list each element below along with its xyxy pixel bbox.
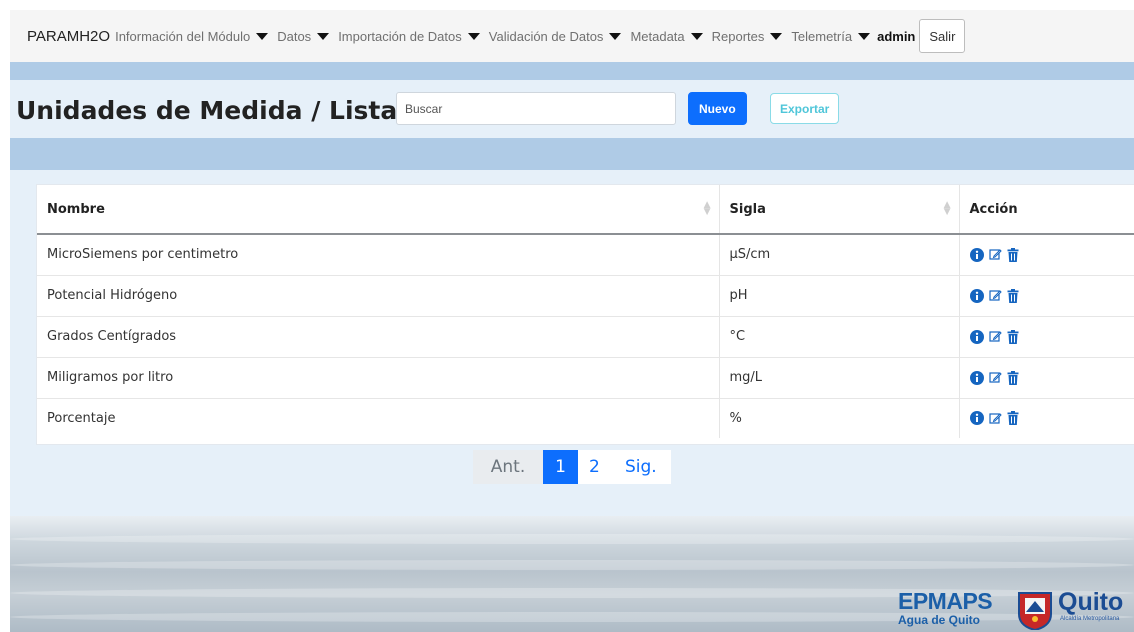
chevron-down-icon xyxy=(256,32,269,40)
trash-icon[interactable] xyxy=(1007,329,1019,344)
info-icon[interactable] xyxy=(969,411,984,426)
nav-telemetria[interactable]: Telemetría xyxy=(791,29,871,44)
chevron-down-icon xyxy=(467,32,480,40)
pagination-prev[interactable]: Ant. xyxy=(473,450,543,484)
table-row: Miligramos por litro mg/L xyxy=(37,357,1134,399)
trash-icon[interactable] xyxy=(1007,411,1019,426)
top-navbar: PARAMH2O Información del Módulo Datos Im… xyxy=(10,10,1134,62)
cell-sigla: mg/L xyxy=(719,357,960,399)
logo-subtitle: Agua de Quito xyxy=(898,613,980,627)
header-band xyxy=(10,62,1134,80)
cell-actions xyxy=(959,357,1134,399)
header-nombre[interactable]: Nombre ▲ ▼ xyxy=(37,185,720,235)
epmaps-logo: EPMAPS Agua de Quito Quito Alcaldía Metr… xyxy=(888,588,1134,632)
new-button[interactable]: Nuevo xyxy=(688,92,747,125)
table-header-row: Nombre ▲ ▼ Sigla ▲ ▼ Acción xyxy=(37,185,1134,235)
chevron-down-icon xyxy=(317,32,330,40)
table-row: Porcentaje % xyxy=(37,398,1134,438)
edit-icon[interactable] xyxy=(988,289,1002,302)
nav-validacion-datos[interactable]: Validación de Datos xyxy=(489,29,622,44)
cell-actions xyxy=(959,275,1134,317)
nav-datos[interactable]: Datos xyxy=(277,29,330,44)
header-sigla[interactable]: Sigla ▲ ▼ xyxy=(719,185,960,235)
nav-metadata[interactable]: Metadata xyxy=(630,29,703,44)
chevron-down-icon xyxy=(770,32,783,40)
table-container: Nombre ▲ ▼ Sigla ▲ ▼ Acción MicroSiemens p… xyxy=(36,184,1134,445)
header-accion: Acción xyxy=(959,185,1134,235)
pagination: Ant. 1 2 Sig. xyxy=(473,450,671,484)
sort-icon: ▲ ▼ xyxy=(943,199,951,217)
info-icon[interactable] xyxy=(969,370,984,385)
logout-button[interactable]: Salir xyxy=(919,19,966,53)
table-row: Potencial Hidrógeno pH xyxy=(37,275,1134,317)
trash-icon[interactable] xyxy=(1007,247,1019,262)
edit-icon[interactable] xyxy=(988,371,1002,384)
trash-icon[interactable] xyxy=(1007,288,1019,303)
page-title: Unidades de Medida / Listar xyxy=(16,96,410,125)
trash-icon[interactable] xyxy=(1007,370,1019,385)
title-row: Unidades de Medida / Listar Nuevo Export… xyxy=(10,80,1134,138)
current-user: admin xyxy=(877,28,916,44)
sort-icon: ▲ ▼ xyxy=(703,199,711,217)
main-content: Unidades de Medida / Listar Nuevo Export… xyxy=(10,62,1134,516)
cell-sigla: % xyxy=(719,398,960,438)
brand-name[interactable]: PARAMH2O xyxy=(27,28,110,45)
nav-reportes[interactable]: Reportes xyxy=(712,29,783,44)
export-button[interactable]: Exportar xyxy=(770,93,840,124)
table-row: Grados Centígrados °C xyxy=(37,316,1134,358)
table-row: MicroSiemens por centimetro µS/cm xyxy=(37,234,1134,276)
logo-alcaldia-text: Alcaldía Metropolitana xyxy=(1060,616,1120,622)
cell-sigla: °C xyxy=(719,316,960,358)
cell-actions xyxy=(959,398,1134,438)
cell-nombre: Potencial Hidrógeno xyxy=(37,275,720,317)
info-icon[interactable] xyxy=(969,247,984,262)
pagination-page-1[interactable]: 1 xyxy=(543,450,578,484)
pagination-next[interactable]: Sig. xyxy=(610,450,671,484)
nav-importacion-datos[interactable]: Importación de Datos xyxy=(338,29,480,44)
chevron-down-icon xyxy=(609,32,622,40)
pagination-page-2[interactable]: 2 xyxy=(578,450,611,484)
cell-nombre: Miligramos por litro xyxy=(37,357,720,399)
cell-actions xyxy=(959,234,1134,276)
cell-sigla: µS/cm xyxy=(719,234,960,276)
cell-nombre: Porcentaje xyxy=(37,398,720,438)
logo-quito-text: Quito xyxy=(1058,588,1124,616)
cell-nombre: Grados Centígrados xyxy=(37,316,720,358)
cell-nombre: MicroSiemens por centimetro xyxy=(37,234,720,276)
chevron-down-icon xyxy=(858,32,871,40)
edit-icon[interactable] xyxy=(988,330,1002,343)
chevron-down-icon xyxy=(690,32,703,40)
edit-icon[interactable] xyxy=(988,412,1002,425)
cell-sigla: pH xyxy=(719,275,960,317)
info-icon[interactable] xyxy=(969,329,984,344)
info-icon[interactable] xyxy=(969,288,984,303)
nav-informacion-modulo[interactable]: Información del Módulo xyxy=(115,29,269,44)
search-input[interactable] xyxy=(396,92,676,125)
units-table: Nombre ▲ ▼ Sigla ▲ ▼ Acción MicroSiemens p… xyxy=(37,185,1134,438)
logo-epmaps-text: EPMAPS xyxy=(898,588,993,614)
edit-icon[interactable] xyxy=(988,248,1002,261)
quito-seal-icon xyxy=(1018,592,1052,630)
divider-band xyxy=(10,138,1134,170)
cell-actions xyxy=(959,316,1134,358)
